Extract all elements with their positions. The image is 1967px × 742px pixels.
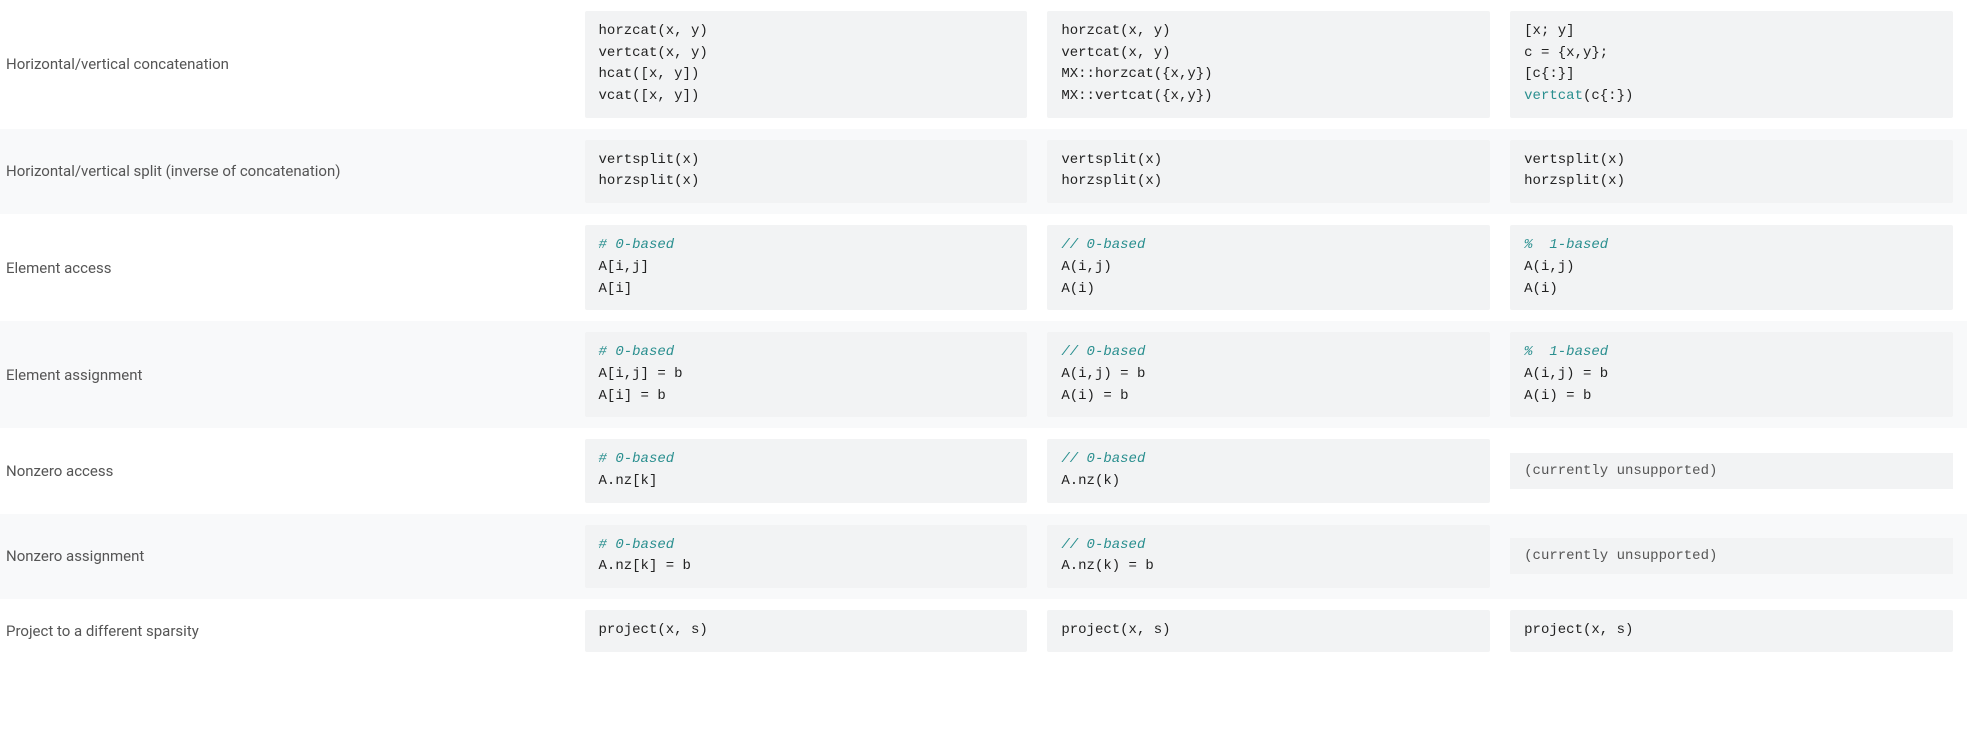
- api-comparison-table: Horizontal/vertical concatenationhorzcat…: [0, 0, 1967, 663]
- col3: (currently unsupported): [1504, 428, 1967, 513]
- code-fn: vertcat: [1524, 88, 1583, 104]
- code-comment: # 0-based: [599, 451, 675, 467]
- table-row: Element assignment# 0-based A[i,j] = b A…: [0, 321, 1967, 428]
- code-cell-3.col1: # 0-based A[i,j] = b A[i] = b: [585, 332, 1028, 417]
- col3: (currently unsupported): [1504, 514, 1967, 599]
- col2: horzcat(x, y) vertcat(x, y) MX::horzcat(…: [1041, 0, 1504, 129]
- code-cell-2.col3: % 1-based A(i,j) A(i): [1510, 225, 1953, 310]
- code-comment: // 0-based: [1061, 451, 1145, 467]
- col1: # 0-based A.nz[k] = b: [579, 514, 1042, 599]
- code-cell-4.col2: // 0-based A.nz(k): [1047, 439, 1490, 502]
- code-cell-1.col1: vertsplit(x) horzsplit(x): [585, 140, 1028, 203]
- unsupported-note: (currently unsupported): [1510, 538, 1953, 574]
- code-comment: // 0-based: [1061, 537, 1145, 553]
- code-comment: // 0-based: [1061, 344, 1145, 360]
- code-cell-4.col1: # 0-based A.nz[k]: [585, 439, 1028, 502]
- col1: # 0-based A[i,j] = b A[i] = b: [579, 321, 1042, 428]
- code-cell-6.col3: project(x, s): [1510, 610, 1953, 652]
- col3: vertsplit(x) horzsplit(x): [1504, 129, 1967, 214]
- code-comment: % 1-based: [1524, 237, 1608, 253]
- row-label: Project to a different sparsity: [0, 599, 579, 663]
- code-comment: # 0-based: [599, 237, 675, 253]
- unsupported-note: (currently unsupported): [1510, 453, 1953, 489]
- col2: // 0-based A(i,j) = b A(i) = b: [1041, 321, 1504, 428]
- code-cell-1.col2: vertsplit(x) horzsplit(x): [1047, 140, 1490, 203]
- col2: project(x, s): [1041, 599, 1504, 663]
- code-cell-6.col2: project(x, s): [1047, 610, 1490, 652]
- row-label: Nonzero access: [0, 428, 579, 513]
- code-cell-0.col1: horzcat(x, y) vertcat(x, y) hcat([x, y])…: [585, 11, 1028, 118]
- col2: // 0-based A(i,j) A(i): [1041, 214, 1504, 321]
- code-cell-2.col1: # 0-based A[i,j] A[i]: [585, 225, 1028, 310]
- row-label: Element access: [0, 214, 579, 321]
- code-cell-5.col2: // 0-based A.nz(k) = b: [1047, 525, 1490, 588]
- code-comment: # 0-based: [599, 537, 675, 553]
- col1: # 0-based A[i,j] A[i]: [579, 214, 1042, 321]
- table-row: Horizontal/vertical concatenationhorzcat…: [0, 0, 1967, 129]
- row-label: Horizontal/vertical split (inverse of co…: [0, 129, 579, 214]
- row-label: Nonzero assignment: [0, 514, 579, 599]
- table-row: Project to a different sparsityproject(x…: [0, 599, 1967, 663]
- code-cell-3.col3: % 1-based A(i,j) = b A(i) = b: [1510, 332, 1953, 417]
- code-comment: % 1-based: [1524, 344, 1608, 360]
- code-cell-6.col1: project(x, s): [585, 610, 1028, 652]
- col3: % 1-based A(i,j) = b A(i) = b: [1504, 321, 1967, 428]
- code-cell-3.col2: // 0-based A(i,j) = b A(i) = b: [1047, 332, 1490, 417]
- code-cell-2.col2: // 0-based A(i,j) A(i): [1047, 225, 1490, 310]
- row-label: Element assignment: [0, 321, 579, 428]
- col2: vertsplit(x) horzsplit(x): [1041, 129, 1504, 214]
- col1: horzcat(x, y) vertcat(x, y) hcat([x, y])…: [579, 0, 1042, 129]
- code-comment: # 0-based: [599, 344, 675, 360]
- col2: // 0-based A.nz(k) = b: [1041, 514, 1504, 599]
- col1: vertsplit(x) horzsplit(x): [579, 129, 1042, 214]
- col3: [x; y] c = {x,y}; [c{:}] vertcat(c{:}): [1504, 0, 1967, 129]
- table-row: Nonzero assignment# 0-based A.nz[k] = b /…: [0, 514, 1967, 599]
- col1: # 0-based A.nz[k]: [579, 428, 1042, 513]
- code-comment: // 0-based: [1061, 237, 1145, 253]
- col3: % 1-based A(i,j) A(i): [1504, 214, 1967, 321]
- code-cell-1.col3: vertsplit(x) horzsplit(x): [1510, 140, 1953, 203]
- col1: project(x, s): [579, 599, 1042, 663]
- row-label: Horizontal/vertical concatenation: [0, 0, 579, 129]
- table-row: Nonzero access# 0-based A.nz[k] // 0-base…: [0, 428, 1967, 513]
- table-row: Horizontal/vertical split (inverse of co…: [0, 129, 1967, 214]
- table-row: Element access# 0-based A[i,j] A[i]// 0-…: [0, 214, 1967, 321]
- code-cell-0.col2: horzcat(x, y) vertcat(x, y) MX::horzcat(…: [1047, 11, 1490, 118]
- code-cell-0.col3: [x; y] c = {x,y}; [c{:}] vertcat(c{:}): [1510, 11, 1953, 118]
- col2: // 0-based A.nz(k): [1041, 428, 1504, 513]
- code-cell-5.col1: # 0-based A.nz[k] = b: [585, 525, 1028, 588]
- col3: project(x, s): [1504, 599, 1967, 663]
